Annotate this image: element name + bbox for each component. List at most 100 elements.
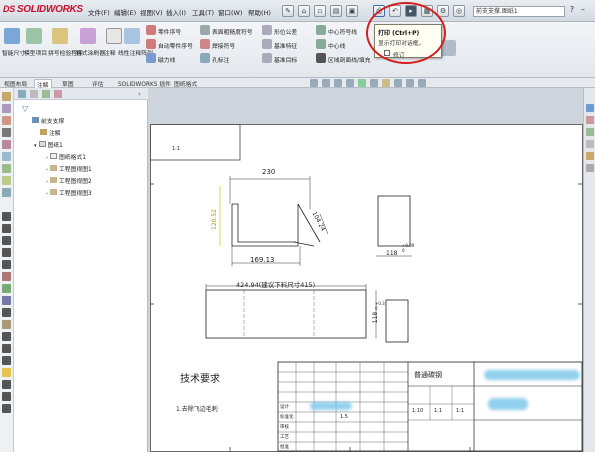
toolbar-icon-3[interactable] [2, 116, 11, 125]
format-painter-icon[interactable] [80, 28, 96, 44]
appearance-icon[interactable] [394, 79, 402, 87]
toolbar-icon-6[interactable] [2, 152, 11, 161]
home-icon[interactable]: ⌂ [298, 5, 310, 17]
previous-view-icon[interactable] [334, 79, 342, 87]
toolbar-icon-9[interactable] [2, 188, 11, 197]
toolbar-icon-23[interactable] [2, 368, 11, 377]
toolbar-icon-24[interactable] [2, 380, 11, 389]
tab-addins[interactable]: SOLIDWORKS 插件 [116, 79, 173, 88]
toolbar-icon-1[interactable] [2, 92, 11, 101]
toolbar-icon-19[interactable] [2, 320, 11, 329]
menu-window[interactable]: 窗口(W) [218, 7, 243, 17]
centerline-label[interactable]: 中心线 [328, 41, 345, 50]
dimension-169[interactable]: 169.13 [250, 256, 275, 264]
surface-finish-label[interactable]: 表面粗糙度符号 [212, 27, 253, 36]
property-manager-icon[interactable] [30, 90, 38, 98]
open-file-icon[interactable]: ▤ [330, 5, 342, 17]
save-icon[interactable]: ▣ [346, 5, 358, 17]
smart-dimension-icon[interactable] [4, 28, 20, 44]
menu-file[interactable]: 文件(F) [88, 7, 110, 17]
tab-annotation[interactable]: 注解 [34, 79, 52, 89]
filter-icon[interactable]: ▽ [22, 104, 28, 113]
auto-balloon-icon[interactable] [146, 39, 156, 49]
print-icon[interactable]: ⎙ [373, 5, 385, 17]
weld-symbol-label[interactable]: 焊接符号 [212, 41, 235, 50]
tab-evaluate[interactable]: 评估 [90, 79, 106, 88]
magnetic-line-label[interactable]: 磁力线 [158, 55, 175, 64]
datum-target-icon[interactable] [262, 53, 272, 63]
toolbar-icon-8[interactable] [2, 176, 11, 185]
select-icon[interactable]: ▸ [405, 5, 417, 17]
tree-item-sheet[interactable]: ▾ 图纸1 [34, 140, 63, 149]
tree-item-sheet-format[interactable]: › 图纸格式1 [46, 152, 86, 161]
custom-properties-icon[interactable] [586, 164, 594, 172]
dimension-118-vertical[interactable]: 118 [372, 312, 379, 323]
tree-item-root[interactable]: 前支支撑 [32, 116, 64, 125]
zoom-area-icon[interactable] [322, 79, 330, 87]
help-icon[interactable]: ? [567, 5, 577, 15]
note-icon[interactable] [106, 28, 122, 44]
magnetic-line-icon[interactable] [146, 53, 156, 63]
datum-feature-label[interactable]: 基准特征 [274, 41, 297, 50]
toolbar-icon-22[interactable] [2, 356, 11, 365]
menu-view[interactable]: 视图(V) [140, 7, 163, 17]
dimxpert-icon[interactable] [54, 90, 62, 98]
minimize-icon[interactable]: – [578, 5, 588, 15]
datum-target-label[interactable]: 基准目标 [274, 55, 297, 64]
menu-tools[interactable]: 工具(T) [192, 7, 214, 17]
view-palette-icon[interactable] [586, 140, 594, 148]
menu-edit[interactable]: 编辑(E) [114, 7, 136, 17]
toolbar-icon-25[interactable] [2, 392, 11, 401]
smart-dimension-label[interactable]: 智能尺寸 [2, 48, 25, 57]
tree-item-view3[interactable]: › 工程图视图3 [46, 188, 92, 197]
geometric-tolerance-label[interactable]: 形位公差 [274, 27, 297, 36]
tree-item-annotations[interactable]: 注解 [40, 128, 61, 137]
linear-note-pattern-icon[interactable] [124, 28, 140, 44]
dimension-424[interactable]: 424.94(建议下料尺寸415) [236, 279, 315, 289]
section-view-icon[interactable] [346, 79, 354, 87]
config-manager-icon[interactable] [42, 90, 50, 98]
format-painter-label[interactable]: 格式涂刷器 [76, 48, 105, 57]
dimension-230[interactable]: 230 [262, 168, 275, 176]
undo-icon[interactable]: ↶ [389, 5, 401, 17]
toolbar-icon-21[interactable] [2, 344, 11, 353]
tab-sheet-format[interactable]: 图纸格式 [172, 79, 199, 88]
area-hatch-icon[interactable] [316, 53, 326, 63]
drawing-sheet[interactable]: 1:1 230 120.52 104.24 169.13 118 +0.09 0… [150, 124, 583, 452]
balloon-label[interactable]: 零件序号 [158, 27, 181, 36]
hole-callout-label[interactable]: 孔标注 [212, 55, 229, 64]
revision-label[interactable]: 修订 [393, 50, 405, 59]
spell-check-icon[interactable] [52, 28, 68, 44]
document-title-field[interactable]: 前支支撑.图纸1 [473, 6, 565, 17]
view-orientation-icon[interactable] [358, 79, 366, 87]
area-hatch-label[interactable]: 区域剖面线/填充 [328, 55, 371, 64]
toolbar-icon-4[interactable] [2, 128, 11, 137]
design-library-icon[interactable] [586, 116, 594, 124]
geometric-tolerance-icon[interactable] [262, 25, 272, 35]
resources-icon[interactable] [586, 104, 594, 112]
menu-help[interactable]: 帮助(H) [248, 7, 271, 17]
model-items-label[interactable]: 模型项目 [24, 48, 47, 57]
toolbar-icon-12[interactable] [2, 236, 11, 245]
tab-sketch[interactable]: 草图 [60, 79, 76, 88]
toolbar-icon-18[interactable] [2, 308, 11, 317]
toolbar-icon-10[interactable] [2, 212, 11, 221]
note-label[interactable]: 注释 [104, 48, 116, 57]
tree-item-view1[interactable]: › 工程图视图1 [46, 164, 92, 173]
table-icon[interactable] [440, 40, 456, 56]
toolbar-icon-16[interactable] [2, 284, 11, 293]
revision-checkbox[interactable] [384, 50, 390, 56]
rebuild-icon[interactable]: ▦ [421, 5, 433, 17]
view-settings-icon[interactable] [418, 79, 426, 87]
toolbar-icon-14[interactable] [2, 260, 11, 269]
menu-insert[interactable]: 插入(I) [166, 7, 186, 17]
appearances-icon[interactable] [586, 152, 594, 160]
settings-icon[interactable]: ◎ [453, 5, 465, 17]
toolbar-icon-26[interactable] [2, 404, 11, 413]
new-file-icon[interactable]: ▫ [314, 5, 326, 17]
toolbar-icon-20[interactable] [2, 332, 11, 341]
zoom-fit-icon[interactable] [310, 79, 318, 87]
file-explorer-icon[interactable] [586, 128, 594, 136]
hide-show-icon[interactable] [382, 79, 390, 87]
expand-icon[interactable]: › [138, 90, 141, 98]
